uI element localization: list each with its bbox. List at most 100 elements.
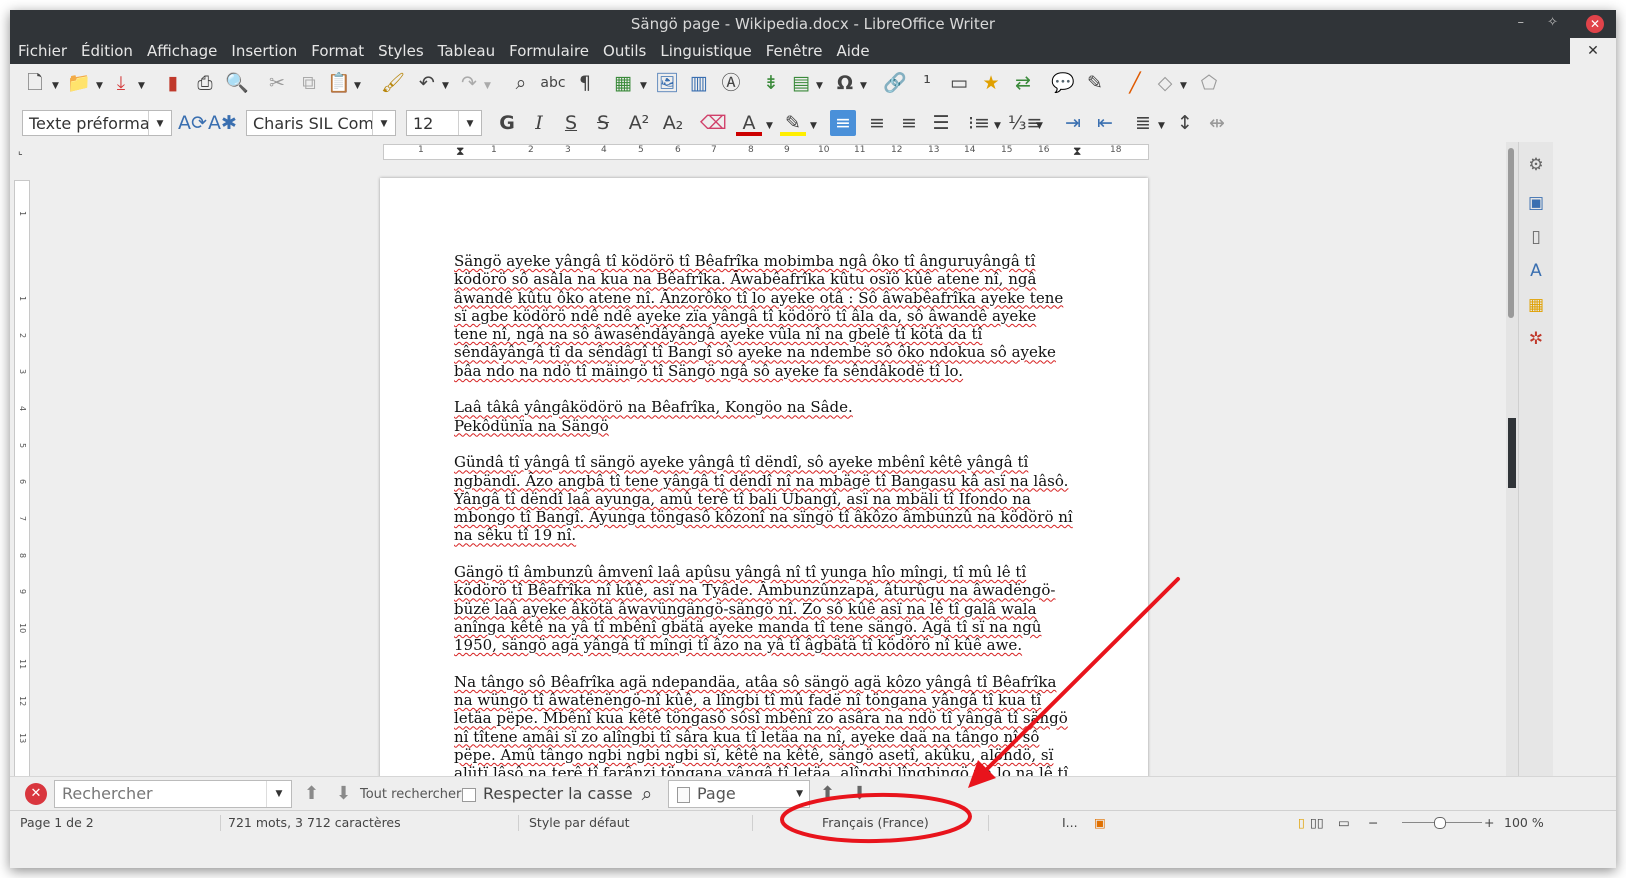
font-size-combo[interactable]: 12 ▼ xyxy=(406,110,482,136)
zoom-level[interactable]: 100 % xyxy=(1504,815,1544,830)
insert-chart-icon[interactable]: ▥ xyxy=(686,70,712,96)
paragraph[interactable]: Gündâ tî yângâ tî sängö ayeke yângâ tî d… xyxy=(454,453,1074,544)
font-name-combo[interactable]: Charis SIL Comp ▼ xyxy=(246,110,396,136)
chevron-down-icon[interactable]: ▼ xyxy=(994,121,1001,131)
paragraph-spacing-icon[interactable]: ↕ xyxy=(1172,110,1198,136)
close-find-bar-button[interactable]: ✕ xyxy=(25,783,47,805)
menu-linguistique[interactable]: Linguistique xyxy=(653,38,758,64)
zoom-in-button[interactable]: + xyxy=(1484,815,1494,830)
menu-format[interactable]: Format xyxy=(304,38,371,64)
new-style-icon[interactable]: A✱ xyxy=(208,110,237,136)
cross-reference-icon[interactable]: ⇄ xyxy=(1010,70,1036,96)
strikethrough-button[interactable]: S xyxy=(590,110,616,136)
update-style-icon[interactable]: A⟳ xyxy=(178,110,207,136)
hyperlink-icon[interactable]: 🔗 xyxy=(882,70,908,96)
word-count[interactable]: 721 mots, 3 712 caractères xyxy=(228,815,401,830)
print-icon[interactable]: ⎙ xyxy=(192,70,218,96)
formatting-marks-icon[interactable]: ¶ xyxy=(572,70,598,96)
line-icon[interactable]: ╱ xyxy=(1122,70,1148,96)
find-next-icon[interactable]: ⬇ xyxy=(336,783,351,804)
paragraph[interactable]: Laâ tâkâ yângâködörö na Bêafrîka, Kongöo… xyxy=(454,398,1074,435)
indent-marker[interactable]: ⧗ xyxy=(456,144,464,159)
menu-fenetre[interactable]: Fenêtre xyxy=(759,38,830,64)
chevron-down-icon[interactable]: ▼ xyxy=(266,781,291,807)
find-all-button[interactable]: Tout rechercher xyxy=(360,787,461,802)
spelling-icon[interactable]: abc xyxy=(540,70,566,96)
properties-icon[interactable]: ▣ xyxy=(1523,190,1549,216)
gear-icon[interactable]: ⚙ xyxy=(1523,152,1549,178)
insert-field-icon[interactable]: ▤ xyxy=(788,70,814,96)
document-close-button[interactable]: ✕ xyxy=(1570,38,1616,64)
subscript-button[interactable]: A₂ xyxy=(660,110,686,136)
save-icon[interactable]: ⤓ xyxy=(108,70,134,96)
find-replace-icon[interactable]: ⌕ xyxy=(634,781,660,807)
language-status[interactable]: Français (France) xyxy=(822,815,929,830)
chevron-down-icon[interactable]: ▼ xyxy=(372,111,395,135)
right-indent-marker[interactable]: ⧗ xyxy=(1073,144,1081,159)
document-modified-icon[interactable]: ▣ xyxy=(1094,815,1106,830)
chevron-down-icon[interactable]: ▼ xyxy=(816,81,823,91)
insert-page-break-icon[interactable]: ⇟ xyxy=(758,70,784,96)
footnote-icon[interactable]: ¹ xyxy=(914,70,940,96)
underline-button[interactable]: S xyxy=(558,110,584,136)
paragraph-style-combo[interactable]: Texte préformat ▼ xyxy=(22,110,172,136)
book-view-icon[interactable]: ▭ xyxy=(1338,815,1350,830)
chevron-down-icon[interactable]: ▼ xyxy=(640,81,647,91)
insert-image-icon[interactable]: 🖼 xyxy=(654,70,680,96)
redo-icon[interactable]: ↷ xyxy=(456,70,482,96)
vertical-ruler[interactable]: 1 1 2 3 4 5 6 7 8 9 10 11 12 13 xyxy=(14,180,30,782)
single-page-view-icon[interactable]: ▯ xyxy=(1298,815,1305,830)
superscript-button[interactable]: A² xyxy=(626,110,652,136)
chevron-down-icon[interactable]: ▼ xyxy=(354,81,361,91)
paragraph[interactable]: Gängö tî âmbunzû âmvenî laâ apûsu yângâ … xyxy=(454,563,1074,654)
copy-icon[interactable]: ⧉ xyxy=(296,70,322,96)
draw-functions-icon[interactable]: ⬠ xyxy=(1196,70,1222,96)
styles-icon[interactable]: A xyxy=(1523,258,1549,284)
cut-icon[interactable]: ✂ xyxy=(264,70,290,96)
italic-button[interactable]: I xyxy=(526,110,552,136)
track-changes-icon[interactable]: ✎ xyxy=(1082,70,1108,96)
menu-outils[interactable]: Outils xyxy=(596,38,653,64)
chevron-down-icon[interactable]: ▼ xyxy=(1180,81,1187,91)
sidebar-collapse-handle[interactable] xyxy=(1508,418,1516,488)
special-character-icon[interactable]: Ω xyxy=(832,70,858,96)
comment-icon[interactable]: 💬 xyxy=(1050,70,1076,96)
menu-edition[interactable]: Édition xyxy=(74,38,140,64)
font-color-button[interactable]: A xyxy=(736,110,762,136)
chevron-down-icon[interactable]: ▼ xyxy=(484,81,491,91)
chevron-down-icon[interactable]: ▼ xyxy=(810,121,817,131)
print-preview-icon[interactable]: 🔍 xyxy=(224,70,250,96)
navigator-icon[interactable]: ✲ xyxy=(1523,326,1549,352)
zoom-slider-handle[interactable] xyxy=(1434,817,1446,829)
open-folder-icon[interactable]: 📁 xyxy=(66,70,92,96)
bullet-list-icon[interactable]: ⁝≡ xyxy=(966,110,992,136)
insert-textbox-icon[interactable]: Ⓐ xyxy=(718,70,744,96)
chevron-down-icon[interactable]: ▼ xyxy=(458,111,481,135)
maximize-button[interactable]: ✧ xyxy=(1547,15,1558,30)
menu-fichier[interactable]: Fichier xyxy=(11,38,74,64)
chevron-down-icon[interactable]: ▼ xyxy=(52,81,59,91)
chevron-down-icon[interactable]: ▼ xyxy=(442,81,449,91)
horizontal-ruler[interactable]: 1 ⧗ 1 2 3 4 5 6 7 8 9 10 11 12 13 14 15 … xyxy=(383,144,1149,160)
page-icon[interactable]: ▯ xyxy=(1523,224,1549,250)
menu-insertion[interactable]: Insertion xyxy=(224,38,304,64)
bold-button[interactable]: G xyxy=(494,110,520,136)
chevron-down-icon[interactable]: ▼ xyxy=(1158,121,1165,131)
clone-formatting-icon[interactable]: 🖌 xyxy=(380,70,406,96)
minimize-button[interactable]: – xyxy=(1518,15,1525,30)
match-case-checkbox[interactable] xyxy=(462,788,476,802)
page-number[interactable]: Page 1 de 2 xyxy=(20,815,94,830)
undo-icon[interactable]: ↶ xyxy=(414,70,440,96)
chevron-down-icon[interactable]: ▼ xyxy=(96,81,103,91)
scrollbar-thumb[interactable] xyxy=(1508,148,1514,318)
increase-indent-icon[interactable]: ⇥ xyxy=(1060,110,1086,136)
align-right-button[interactable]: ≡ xyxy=(896,110,922,136)
page-style[interactable]: Style par défaut xyxy=(529,815,630,830)
menu-affichage[interactable]: Affichage xyxy=(140,38,224,64)
chevron-down-icon[interactable]: ▼ xyxy=(796,781,803,807)
line-spacing-icon[interactable]: ≣ xyxy=(1130,110,1156,136)
menu-aide[interactable]: Aide xyxy=(829,38,876,64)
chevron-down-icon[interactable]: ▼ xyxy=(860,81,867,91)
multi-page-view-icon[interactable]: ▯▯ xyxy=(1310,815,1324,830)
paste-icon[interactable]: 📋 xyxy=(326,70,352,96)
